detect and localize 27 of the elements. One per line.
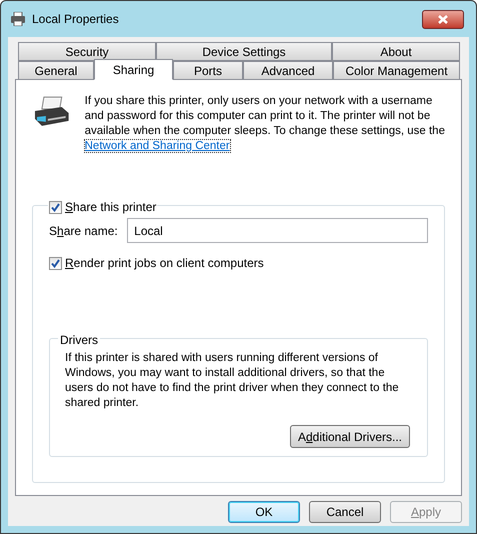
dialog-button[interactable]: Cancel [309, 501, 381, 523]
dialog-button[interactable]: OK [228, 501, 300, 523]
checkbox-box[interactable] [49, 256, 62, 270]
tab[interactable]: General [18, 61, 94, 80]
additional-drivers-button[interactable]: Additional Drivers... [290, 425, 410, 448]
drivers-description: If this printer is shared with users running different versions of Windows, you may want to install additional drivers, so that the users do not have to find the print driver when they connect to the shared printer. [65, 351, 400, 411]
share-name-label: Share name: [49, 222, 119, 240]
checkmark-icon [50, 258, 61, 268]
tab[interactable]: Sharing [94, 59, 173, 80]
close-button[interactable] [422, 10, 464, 28]
sharing-description: If you share this printer, only users on your network with a username and password for this computer can print to it. The printer will not be available when the computer sleeps. To change these settings, use the Network and Sharing Center [84, 94, 445, 154]
tab[interactable]: Advanced [243, 61, 333, 80]
printer-icon [10, 12, 26, 26]
checkbox[interactable]: Share this printer [49, 198, 156, 216]
checkbox-box[interactable] [49, 200, 62, 214]
tab[interactable]: Security [18, 42, 156, 61]
close-icon [438, 14, 448, 24]
checkbox[interactable]: Render print jobs on client computers [49, 254, 428, 272]
printer-icon [32, 95, 70, 129]
tab[interactable]: Color Management [333, 61, 460, 80]
tab[interactable]: About [332, 42, 460, 61]
window-title: Local Properties [32, 11, 119, 28]
network-sharing-link[interactable]: Network and Sharing Center [84, 140, 230, 152]
share-name-field[interactable]: Local [127, 218, 428, 243]
checkmark-icon [50, 202, 61, 212]
tab[interactable]: Ports [173, 61, 243, 80]
tab[interactable]: Device Settings [156, 42, 332, 61]
